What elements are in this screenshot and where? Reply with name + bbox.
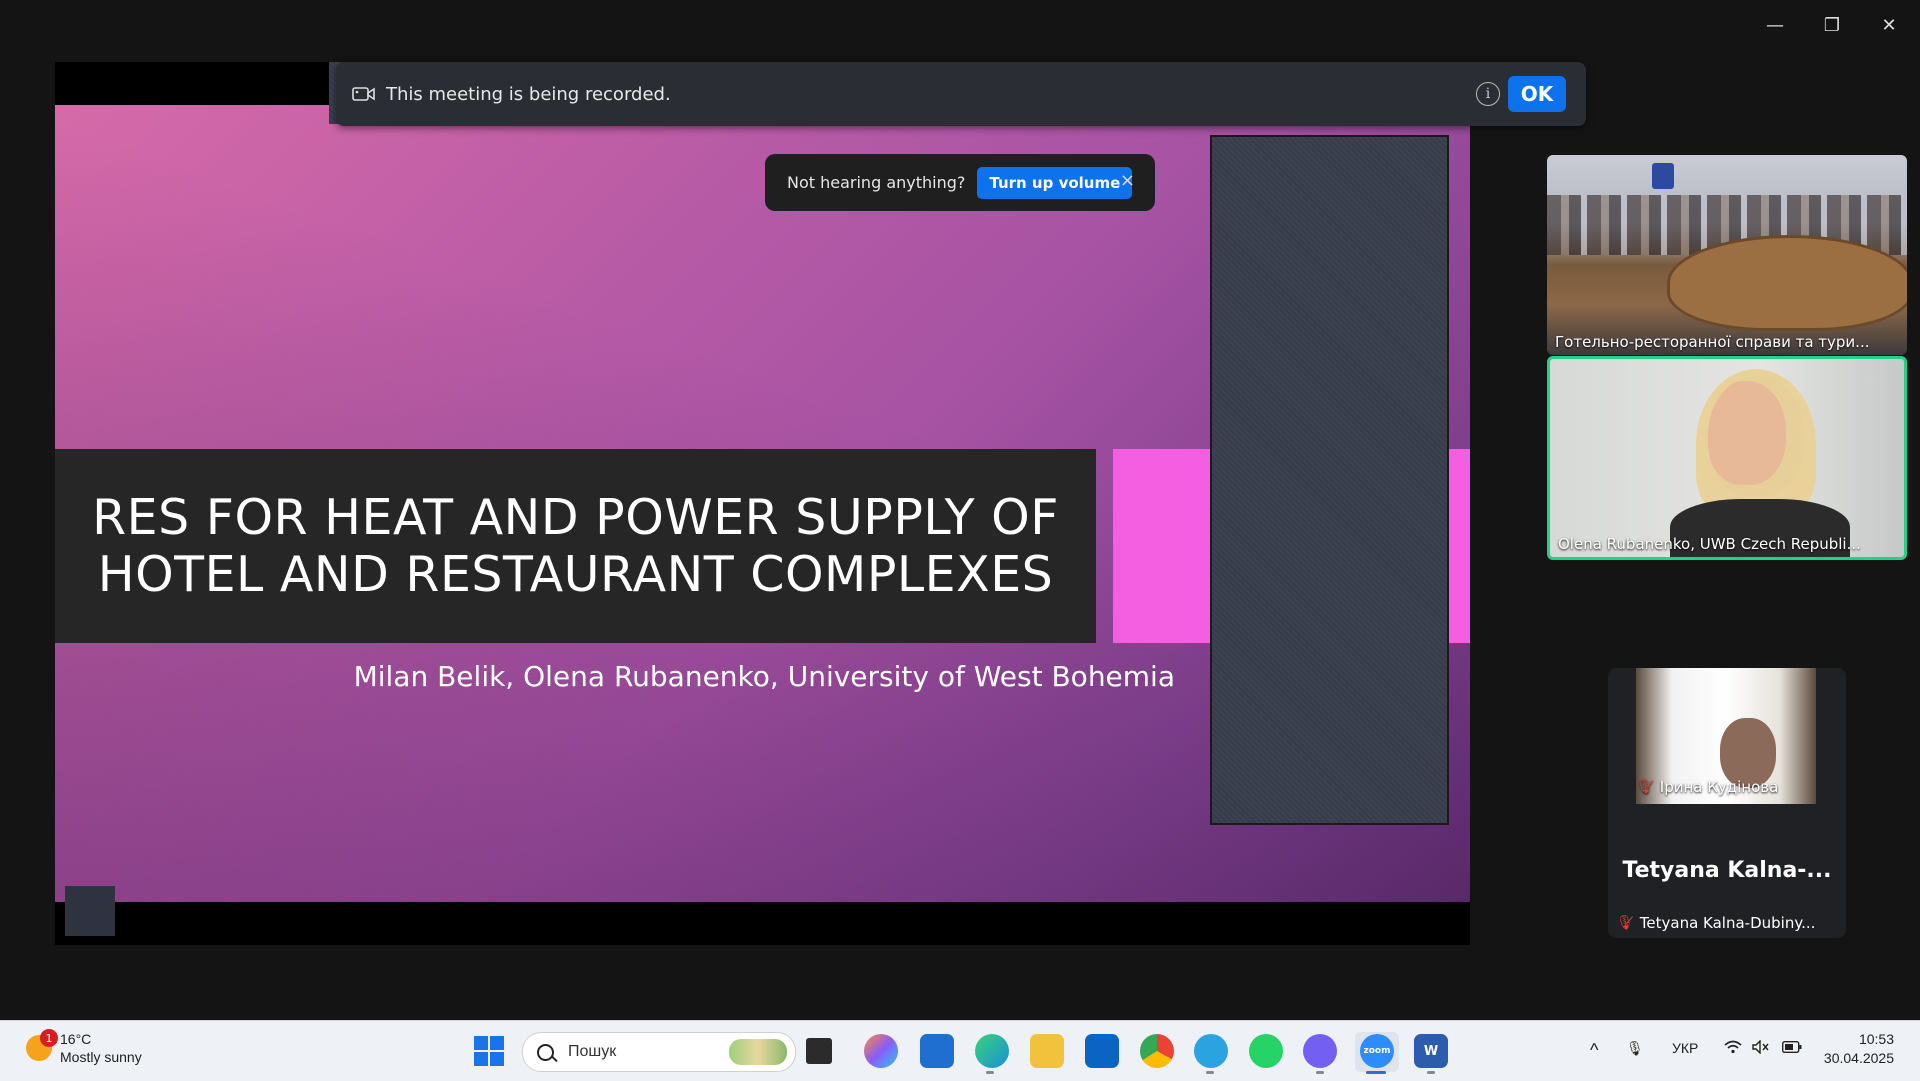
- viber-icon[interactable]: [1303, 1034, 1337, 1068]
- participant-label: 🎙︎̸ Tetyana Kalna-Dubiny...: [1616, 914, 1815, 932]
- screen-overlay-window: [1210, 135, 1449, 825]
- slide-title: RES FOR HEAT AND POWER SUPPLY OF HOTEL A…: [55, 449, 1096, 643]
- weather-widget[interactable]: 1 16°C Mostly sunny: [26, 1029, 142, 1066]
- close-button[interactable]: ✕: [1869, 10, 1909, 40]
- volume-toast-text: Not hearing anything?: [787, 173, 966, 192]
- search-input[interactable]: Пошук: [568, 1043, 616, 1061]
- info-icon[interactable]: i: [1476, 82, 1500, 106]
- copilot-icon[interactable]: [864, 1034, 898, 1068]
- participant-label: Olena Rubanenko, UWB Czech Republi...: [1558, 535, 1861, 553]
- ok-button[interactable]: OK: [1508, 76, 1566, 112]
- running-indicator: [986, 1071, 994, 1074]
- slide-title-box: RES FOR HEAT AND POWER SUPPLY OF HOTEL A…: [55, 449, 1096, 643]
- tray-chevron-icon[interactable]: ^: [1590, 1040, 1598, 1061]
- slide-title-line-2: HOTEL AND RESTAURANT COMPLEXES: [97, 546, 1054, 603]
- room-table: [1667, 235, 1907, 331]
- word-icon[interactable]: W: [1414, 1034, 1448, 1068]
- recording-banner: This meeting is being recorded. i OK: [336, 62, 1586, 126]
- mic-muted-icon: 🎙︎̸: [1616, 915, 1634, 931]
- recording-banner-text: This meeting is being recorded.: [386, 83, 671, 105]
- video-camera-icon: [352, 85, 376, 103]
- telegram-icon[interactable]: [1194, 1034, 1228, 1068]
- wifi-icon[interactable]: [1724, 1040, 1742, 1057]
- chrome-icon[interactable]: [1140, 1034, 1174, 1068]
- search-icon: [537, 1043, 554, 1061]
- system-clock[interactable]: 10:53 30.04.2025: [1814, 1030, 1894, 1068]
- participant-name-large[interactable]: Tetyana Kalna-...: [1608, 858, 1846, 883]
- mic-muted-icon: 🎙︎̸: [1636, 779, 1654, 795]
- file-explorer-icon[interactable]: [1030, 1034, 1064, 1068]
- running-indicator: [1316, 1071, 1324, 1074]
- zoom-icon[interactable]: zoom: [1360, 1034, 1394, 1068]
- edge-icon[interactable]: [975, 1034, 1009, 1068]
- shared-screen: RES FOR HEAT AND POWER SUPPLY OF HOTEL A…: [55, 62, 1470, 945]
- screen-thumbnail: [65, 886, 115, 936]
- participant-tile-room[interactable]: Готельно-ресторанної справи та тури...: [1547, 155, 1907, 355]
- microphone-icon[interactable]: 🎙︎: [1626, 1040, 1644, 1057]
- slide-title-line-1: RES FOR HEAT AND POWER SUPPLY OF: [92, 489, 1059, 546]
- participant-name: Ірина Кудінова: [1659, 778, 1779, 796]
- turn-up-volume-button[interactable]: Turn up volume: [977, 166, 1133, 199]
- weather-text: 16°C Mostly sunny: [60, 1030, 142, 1066]
- restore-button[interactable]: ❐: [1812, 10, 1852, 40]
- volume-muted-icon[interactable]: [1752, 1039, 1770, 1057]
- whatsapp-icon[interactable]: [1249, 1034, 1283, 1068]
- outlook-icon[interactable]: [1085, 1034, 1119, 1068]
- volume-toast: Not hearing anything? Turn up volume ×: [765, 154, 1155, 211]
- windows-start-icon[interactable]: [474, 1036, 504, 1066]
- emblem-icon: [1652, 163, 1674, 189]
- notification-badge: 1: [40, 1029, 58, 1047]
- weather-desc: Mostly sunny: [60, 1049, 142, 1065]
- keyboard-language[interactable]: УКР: [1672, 1040, 1698, 1056]
- slide-authors: Milan Belik, Olena Rubanenko, University…: [353, 660, 1175, 693]
- clock-time: 10:53: [1858, 1031, 1894, 1047]
- running-indicator: [1427, 1071, 1435, 1074]
- participant-name: Tetyana Kalna-Dubiny...: [1639, 914, 1816, 932]
- clock-date: 30.04.2025: [1823, 1050, 1894, 1066]
- participant-tile-active-speaker[interactable]: Olena Rubanenko, UWB Czech Republi...: [1547, 356, 1907, 560]
- close-icon[interactable]: ×: [1120, 170, 1135, 191]
- sun-icon: 1: [26, 1029, 58, 1061]
- task-view-icon[interactable]: [806, 1038, 832, 1064]
- running-indicator-active: [1366, 1071, 1386, 1074]
- participant-label: Готельно-ресторанної справи та тури...: [1555, 333, 1870, 351]
- participant-label: 🎙︎̸ Ірина Кудінова: [1636, 778, 1778, 796]
- taskbar-search[interactable]: Пошук: [522, 1032, 796, 1072]
- search-highlight-image: [729, 1039, 787, 1065]
- weather-temp: 16°C: [60, 1031, 92, 1047]
- running-indicator: [1206, 1071, 1214, 1074]
- microsoft-store-icon[interactable]: [920, 1034, 954, 1068]
- minimize-button[interactable]: —: [1755, 10, 1795, 40]
- participant-face: [1708, 377, 1804, 497]
- battery-icon[interactable]: [1781, 1040, 1802, 1056]
